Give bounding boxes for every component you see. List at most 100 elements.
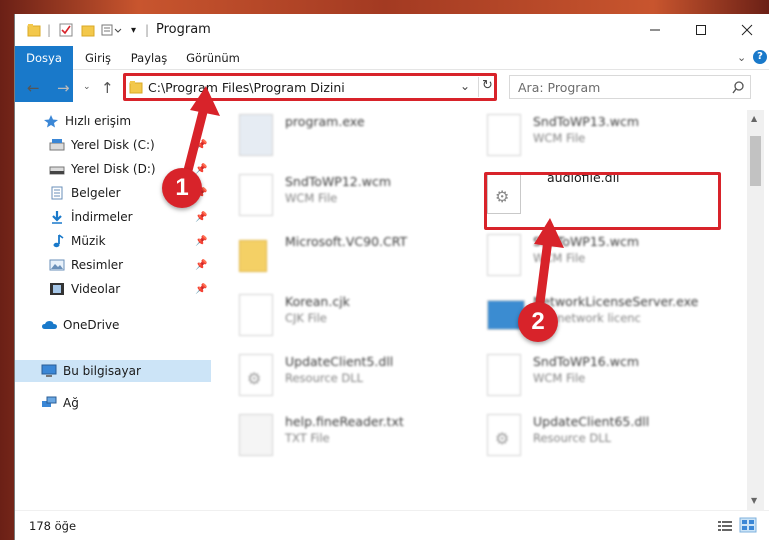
sidebar-item-downloads[interactable]: İndirmeler 📌: [15, 206, 211, 228]
file-highlight: [484, 172, 721, 230]
file-name: UpdateClient65.dll: [533, 414, 650, 429]
status-bar: 178 öğe: [15, 510, 769, 540]
file-item[interactable]: SndToWP16.wcm WCM File: [473, 348, 709, 404]
view-options-icon[interactable]: [101, 22, 123, 38]
pin-icon[interactable]: 📌: [195, 164, 207, 175]
file-name: SndToWP13.wcm: [533, 114, 639, 129]
file-item[interactable]: SndToWP13.wcm WCM File: [473, 108, 709, 164]
file-type: TXT File: [285, 431, 330, 445]
drive-icon: [49, 162, 65, 176]
new-folder-icon[interactable]: [81, 22, 95, 38]
sidebar-item-music[interactable]: Müzik 📌: [15, 230, 211, 252]
recent-locations-icon[interactable]: ⌄: [83, 82, 91, 92]
scroll-up-icon[interactable]: ▲: [751, 114, 757, 123]
pin-icon[interactable]: 📌: [195, 284, 207, 295]
vertical-scrollbar[interactable]: ▲ ▼: [747, 110, 764, 510]
scroll-down-icon[interactable]: ▼: [751, 496, 757, 505]
pin-icon[interactable]: 📌: [195, 236, 207, 247]
file-name: program.exe: [285, 114, 365, 129]
ribbon: Dosya Giriş Paylaş Görünüm ⌄ ?: [15, 46, 769, 102]
file-item[interactable]: UpdateClient5.dll Resource DLL: [225, 348, 461, 404]
file-item[interactable]: SndToWP12.wcm WCM File: [225, 168, 461, 224]
sidebar-item-label: Hızlı erişim: [65, 114, 132, 128]
dll-file-icon: [239, 354, 273, 396]
file-item[interactable]: program.exe: [225, 108, 461, 164]
up-arrow-icon[interactable]: ↑: [101, 79, 114, 97]
help-icon[interactable]: ?: [753, 50, 767, 64]
sidebar-item-videos[interactable]: Videolar 📌: [15, 278, 211, 300]
tab-view[interactable]: Görünüm: [185, 46, 241, 70]
cloud-icon: [41, 318, 57, 332]
file-name: Microsoft.VC90.CRT: [285, 234, 408, 249]
file-item[interactable]: Microsoft.VC90.CRT: [225, 228, 461, 284]
sidebar-item-disk-c[interactable]: Yerel Disk (C:) 📌: [15, 134, 211, 156]
search-input[interactable]: Ara: Program: [509, 75, 751, 99]
pin-icon[interactable]: 📌: [195, 260, 207, 271]
file-item[interactable]: Korean.cjk CJK File: [225, 288, 461, 344]
window-title: Program: [156, 22, 211, 37]
sidebar-item-label: Resimler: [71, 258, 124, 272]
forward-arrow-icon[interactable]: →: [57, 79, 70, 97]
pin-icon[interactable]: 📌: [195, 212, 207, 223]
file-item[interactable]: UpdateClient65.dll Resource DLL: [473, 408, 709, 464]
sidebar-item-pictures[interactable]: Resimler 📌: [15, 254, 211, 276]
scrollbar-thumb[interactable]: [750, 136, 761, 186]
explorer-window: | ▾ | Program Dosya Giriş Paylaş Görünüm…: [14, 14, 769, 540]
document-file-icon: [239, 174, 273, 216]
expand-ribbon-icon[interactable]: ⌄: [737, 51, 746, 64]
sidebar-item-label: Müzik: [71, 234, 106, 248]
close-button[interactable]: [724, 14, 769, 46]
folder-icon: [239, 240, 267, 272]
computer-icon: [41, 364, 57, 378]
file-name: help.fineReader.txt: [285, 414, 404, 429]
sidebar-item-this-pc[interactable]: Bu bilgisayar: [15, 360, 211, 382]
title-bar: | ▾ | Program: [15, 14, 769, 46]
sidebar-item-label: Bu bilgisayar: [63, 364, 141, 378]
file-type: WCM File: [533, 251, 586, 265]
file-name: SndToWP15.wcm: [533, 234, 639, 249]
minimize-button[interactable]: [632, 14, 678, 46]
sidebar-item-label: Ağ: [63, 396, 79, 410]
sidebar-item-label: Yerel Disk (D:): [71, 162, 156, 176]
drive-icon: [49, 138, 65, 152]
search-placeholder: Ara: Program: [518, 80, 601, 95]
videos-icon: [49, 282, 65, 296]
file-name: UpdateClient5.dll: [285, 354, 394, 369]
file-list: program.exe SndToWP13.wcm WCM File SndTo…: [225, 106, 745, 510]
folder-icon: [27, 22, 41, 38]
tab-share[interactable]: Paylaş: [127, 46, 171, 70]
sidebar-item-network[interactable]: Ağ: [15, 392, 211, 414]
network-icon: [41, 396, 57, 410]
file-type: CJK File: [285, 311, 327, 325]
separator: |: [47, 23, 52, 37]
properties-icon[interactable]: [59, 22, 73, 38]
tab-home[interactable]: Giriş: [79, 46, 117, 70]
details-view-icon[interactable]: [717, 519, 733, 533]
file-item[interactable]: SndToWP15.wcm WCM File: [473, 228, 709, 284]
separator: |: [145, 23, 150, 37]
file-name: SndToWP12.wcm: [285, 174, 391, 189]
file-type: Resource DLL: [285, 371, 364, 385]
file-name: Korean.cjk: [285, 294, 350, 309]
file-name: NetworkLicenseServer.exe: [533, 294, 699, 309]
maximize-button[interactable]: [678, 14, 724, 46]
sidebar-item-quick-access[interactable]: Hızlı erişim: [15, 110, 211, 132]
back-arrow-icon[interactable]: ←: [27, 79, 40, 97]
quick-access-dropdown-icon[interactable]: ▾: [131, 22, 136, 38]
item-count: 178 öğe: [29, 519, 77, 533]
pin-icon[interactable]: 📌: [195, 140, 207, 151]
sidebar-item-label: İndirmeler: [71, 210, 133, 224]
download-icon: [49, 210, 65, 224]
file-item[interactable]: help.fineReader.txt TXT File: [225, 408, 461, 464]
file-item[interactable]: NetworkLicenseServer.exe TTF network lic…: [473, 288, 709, 344]
music-icon: [49, 234, 65, 248]
sidebar-item-onedrive[interactable]: OneDrive: [15, 314, 211, 336]
file-type: WCM File: [285, 191, 338, 205]
text-file-icon: [239, 414, 273, 456]
file-type: Resource DLL: [533, 431, 612, 445]
sidebar-item-label: OneDrive: [63, 318, 120, 332]
large-icons-view-icon[interactable]: [739, 517, 757, 533]
step-badge-2: 2: [518, 302, 558, 342]
document-file-icon: [239, 294, 273, 336]
document-file-icon: [487, 234, 521, 276]
